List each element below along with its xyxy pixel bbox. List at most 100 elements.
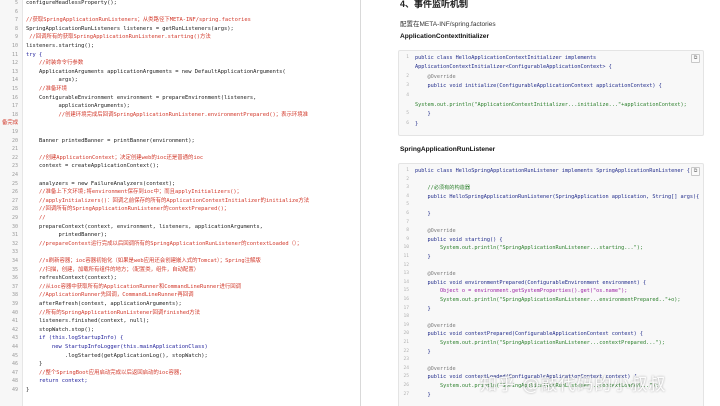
section-title: 4、事件监听机制: [400, 0, 469, 9]
code-line: 22 }: [399, 348, 703, 357]
code-line: 18: [399, 313, 703, 322]
line-number: 12: [403, 262, 409, 268]
heading-run-listener: SpringApplicationRunListener: [400, 146, 496, 153]
line-number: 15: [403, 288, 409, 294]
line-number: 3: [406, 185, 409, 191]
code-line: 2 @Override: [399, 73, 703, 82]
line-number: 23: [403, 357, 409, 363]
code-line: 49}: [0, 386, 360, 395]
code-text: }: [415, 211, 431, 217]
code-text: public void initialize(ConfigurableAppli…: [415, 83, 662, 90]
line-number: 26: [403, 383, 409, 388]
code-text: public class HelloSpringApplicationRunLi…: [415, 168, 690, 174]
line-number: 19: [403, 322, 409, 328]
code-text: }: [415, 305, 431, 312]
code-line: 21 System.out.println("SpringApplication…: [399, 339, 703, 348]
code-text: @Override: [415, 322, 456, 329]
main-code-editor[interactable]: 5 configureHeadlessProperty(); 6 7//获取Sprin…: [0, 0, 361, 406]
code-line: 19 @Override: [399, 322, 703, 331]
line-number: 4: [406, 193, 409, 199]
code-line: 6}: [399, 120, 703, 129]
line-number: 7: [406, 219, 409, 225]
code-text: }: [26, 387, 30, 393]
line-number: 1: [406, 168, 409, 173]
article-panel: 4、事件监听机制 配置在META-INF/spring.factories Ap…: [362, 0, 720, 406]
line-number: 8: [406, 228, 409, 234]
line-number: 17: [403, 305, 409, 311]
code-line: 15 Object o = environment.getSystemPrope…: [399, 287, 703, 296]
code-line: 5: [399, 201, 703, 210]
code-line: System.out.println("ApplicationContextIn…: [399, 101, 703, 110]
code-text: //必须有的构造器: [415, 185, 471, 192]
code-text: @Override: [415, 73, 456, 80]
watermark-text: 知乎 @敲代码的小叔叔: [480, 375, 667, 395]
config-note: 配置在META-INF/spring.factories: [400, 21, 496, 28]
code-line: 11 }: [399, 253, 703, 262]
heading-initializer: ApplicationContextInitializer: [400, 33, 490, 40]
line-number: 5: [406, 111, 409, 117]
line-number: 4: [406, 92, 409, 98]
line-number: 25: [403, 374, 409, 380]
line-number: 3: [406, 83, 409, 89]
copy-icon[interactable]: ⧉: [691, 54, 700, 63]
line-number: 18: [403, 314, 409, 320]
code-text: System.out.println("SpringApplicationRun…: [415, 245, 643, 252]
code-text: System.out.println("SpringApplicationRun…: [415, 297, 681, 303]
code-line: 14 public void environmentPrepared(Confi…: [399, 279, 703, 288]
line-number: 11: [403, 254, 409, 259]
line-number: 49: [11, 387, 18, 393]
code-text: }: [415, 254, 431, 260]
code-line: ApplicationContextInitializer<Configurab…: [399, 63, 703, 72]
code-line: 12: [399, 262, 703, 271]
code-text: }: [415, 391, 431, 398]
code-text: public void contextPrepared(Configurable…: [415, 331, 643, 338]
line-number: 21: [403, 340, 409, 345]
code-text: @Override: [415, 271, 456, 278]
code-text: @Override: [415, 228, 456, 235]
code-text: }: [415, 348, 431, 355]
code-line: 8 @Override: [399, 227, 703, 236]
line-number: 24: [403, 365, 409, 371]
code-text: @Override: [415, 365, 456, 372]
line-number: 1: [406, 55, 409, 60]
code-line: 20 public void contextPrepared(Configura…: [399, 330, 703, 339]
line-number: 22: [403, 348, 409, 354]
line-number: 20: [403, 331, 409, 337]
code-line: 7: [399, 219, 703, 228]
line-number: 10: [403, 245, 409, 251]
code-text: public HelloSpringApplicationRunListener…: [415, 193, 700, 200]
line-number: 6: [406, 120, 409, 126]
code-line: 4 public HelloSpringApplicationRunListen…: [399, 193, 703, 202]
line-number: 9: [406, 236, 409, 242]
code-text: System.out.println("SpringApplicationRun…: [415, 340, 665, 346]
code-line: 3 //必须有的构造器: [399, 184, 703, 193]
code-text: public void starting() {: [415, 236, 503, 243]
code-text: System.out.println("ApplicationContextIn…: [415, 102, 687, 108]
code-line: 4: [399, 92, 703, 101]
line-number: 2: [406, 73, 409, 79]
code-line: 1 public class HelloSpringApplicationRunL…: [399, 167, 703, 176]
code-line: 9 public void starting() {: [399, 236, 703, 245]
line-number: 27: [403, 391, 409, 397]
line-number: 6: [406, 211, 409, 216]
code-text: public void environmentPrepared(Configur…: [415, 279, 647, 286]
code-text: public class HelloApplicationContextInit…: [415, 55, 597, 61]
code-text: ApplicationContextInitializer<Configurab…: [415, 64, 612, 71]
code-line: 17 }: [399, 305, 703, 314]
code-line: 3 public void initialize(ConfigurableApp…: [399, 82, 703, 91]
code-line: 10 System.out.println("SpringApplication…: [399, 244, 703, 253]
line-number: 5: [406, 202, 409, 208]
code-line: 2: [399, 176, 703, 185]
code-block-initializer[interactable]: 1 public class HelloApplicationContextIni…: [398, 50, 704, 136]
copy-icon[interactable]: ⧉: [691, 167, 700, 176]
code-line: 5 }: [399, 110, 703, 119]
line-number: 14: [403, 279, 409, 285]
code-text: }: [415, 120, 419, 127]
code-text: }: [415, 111, 431, 118]
code-line: 6 }: [399, 210, 703, 219]
code-text: Object o = environment.getSystemProperti…: [415, 288, 628, 295]
line-number: 2: [406, 176, 409, 182]
code-line: 16 System.out.println("SpringApplication…: [399, 296, 703, 305]
code-line: 13 @Override: [399, 270, 703, 279]
line-number: 13: [403, 271, 409, 277]
